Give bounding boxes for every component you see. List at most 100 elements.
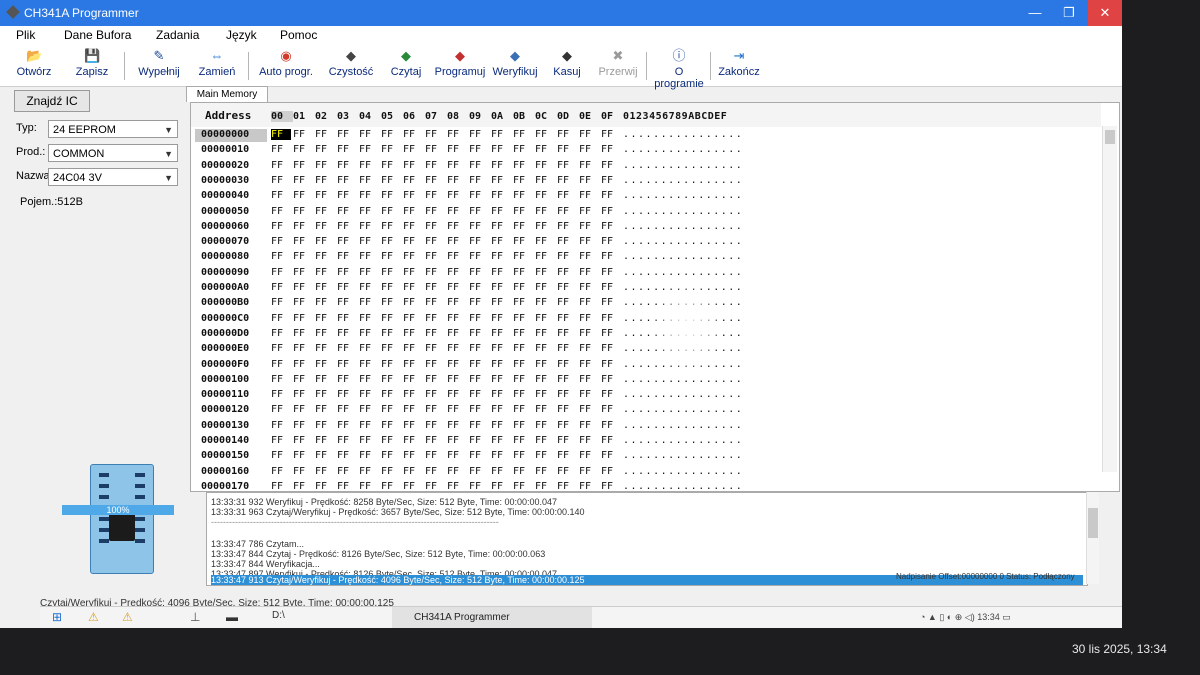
hex-byte[interactable]: FF	[513, 359, 533, 370]
hex-byte[interactable]: FF	[491, 297, 511, 308]
taskbar-app-button[interactable]: CH341A Programmer	[392, 607, 592, 628]
hex-byte[interactable]: FF	[469, 221, 489, 232]
hex-byte[interactable]: FF	[535, 175, 555, 186]
hex-byte[interactable]: FF	[271, 175, 291, 186]
drive-label[interactable]: D:\	[272, 610, 285, 621]
hex-byte[interactable]: FF	[271, 481, 291, 491]
hex-row[interactable]: 000000F0 FF FF FF FF FF FF FF FF FF FF FF FF FF FF FF FF…	[191, 359, 1101, 374]
hex-byte[interactable]: FF	[381, 236, 401, 247]
hex-editor[interactable]: Address 00 01 02 03 04 05 06 07 08 09 0A…	[190, 102, 1120, 492]
hex-byte[interactable]: FF	[425, 251, 445, 262]
network-icon[interactable]: ⊥	[190, 610, 200, 624]
hex-byte[interactable]: FF	[557, 435, 577, 446]
hex-byte[interactable]: FF	[403, 481, 423, 491]
hex-byte[interactable]: FF	[557, 420, 577, 431]
auto-program-button[interactable]: ◉ Auto progr.	[254, 48, 318, 84]
hex-byte[interactable]: FF	[469, 481, 489, 491]
hex-byte[interactable]: FF	[425, 144, 445, 155]
hex-byte[interactable]: FF	[381, 175, 401, 186]
hex-byte[interactable]: FF	[403, 404, 423, 415]
hex-byte[interactable]: FF	[425, 374, 445, 385]
windows-start-icon[interactable]: ⊞	[52, 610, 62, 624]
hex-byte[interactable]: FF	[315, 359, 335, 370]
hex-byte[interactable]: FF	[535, 282, 555, 293]
hex-byte[interactable]: FF	[425, 404, 445, 415]
ascii-text[interactable]: ................	[623, 221, 743, 232]
hex-byte[interactable]: FF	[491, 404, 511, 415]
hex-byte[interactable]: FF	[381, 160, 401, 171]
hex-byte[interactable]: FF	[425, 466, 445, 477]
hex-byte[interactable]: FF	[513, 267, 533, 278]
hex-byte[interactable]: FF	[293, 313, 313, 324]
hex-byte[interactable]: FF	[403, 343, 423, 354]
hex-byte[interactable]: FF	[425, 160, 445, 171]
hex-byte[interactable]: FF	[359, 144, 379, 155]
hex-byte[interactable]: FF	[491, 328, 511, 339]
hex-byte[interactable]: FF	[337, 313, 357, 324]
tab-main-memory[interactable]: Main Memory	[186, 86, 268, 102]
hex-byte[interactable]: FF	[271, 313, 291, 324]
hex-byte[interactable]: FF	[425, 359, 445, 370]
hex-byte[interactable]: FF	[337, 481, 357, 491]
hex-byte[interactable]: FF	[315, 221, 335, 232]
hex-row[interactable]: 00000070 FF FF FF FF FF FF FF FF FF FF FF FF FF FF FF FF…	[191, 236, 1101, 251]
hex-byte[interactable]: FF	[447, 175, 467, 186]
ascii-text[interactable]: ................	[623, 481, 743, 491]
hex-byte[interactable]: FF	[337, 236, 357, 247]
hex-byte[interactable]: FF	[513, 374, 533, 385]
hex-byte[interactable]: FF	[579, 343, 599, 354]
hex-byte[interactable]: FF	[403, 129, 423, 140]
open-button[interactable]: 📂 Otwórz	[12, 48, 56, 84]
hex-byte[interactable]: FF	[337, 175, 357, 186]
hex-byte[interactable]: FF	[447, 389, 467, 400]
hex-byte[interactable]: FF	[513, 404, 533, 415]
hex-byte[interactable]: FF	[425, 221, 445, 232]
hex-byte[interactable]: FF	[579, 282, 599, 293]
monitor-icon[interactable]: ▬	[226, 610, 238, 624]
hex-byte[interactable]: FF	[359, 313, 379, 324]
hex-byte[interactable]: FF	[535, 328, 555, 339]
ascii-text[interactable]: ................	[623, 404, 743, 415]
hex-byte[interactable]: FF	[513, 343, 533, 354]
hex-row[interactable]: 00000140 FF FF FF FF FF FF FF FF FF FF FF FF FF FF FF FF…	[191, 435, 1101, 450]
hex-byte[interactable]: FF	[535, 313, 555, 324]
hex-byte[interactable]: FF	[293, 435, 313, 446]
hex-byte[interactable]: FF	[403, 190, 423, 201]
hex-byte[interactable]: FF	[381, 374, 401, 385]
hex-byte[interactable]: FF	[271, 297, 291, 308]
hex-byte[interactable]: FF	[425, 236, 445, 247]
ascii-text[interactable]: ................	[623, 435, 743, 446]
hex-byte[interactable]: FF	[271, 420, 291, 431]
ascii-text[interactable]: ................	[623, 466, 743, 477]
hex-byte[interactable]: FF	[359, 328, 379, 339]
hex-byte[interactable]: FF	[315, 404, 335, 415]
clock[interactable]: 13:34	[977, 612, 1000, 622]
hex-byte[interactable]: FF	[469, 251, 489, 262]
hex-byte[interactable]: FF	[491, 389, 511, 400]
hex-byte[interactable]: FF	[601, 420, 621, 431]
hex-byte[interactable]: FF	[381, 389, 401, 400]
hex-byte[interactable]: FF	[271, 236, 291, 247]
hex-byte[interactable]: FF	[469, 206, 489, 217]
hex-byte[interactable]: FF	[491, 160, 511, 171]
hex-row[interactable]: 00000060 FF FF FF FF FF FF FF FF FF FF FF FF FF FF FF FF…	[191, 221, 1101, 236]
about-button[interactable]: ⓘ O programie	[652, 48, 706, 90]
hex-byte[interactable]: FF	[601, 389, 621, 400]
hex-byte[interactable]: FF	[601, 206, 621, 217]
hex-byte[interactable]: FF	[447, 236, 467, 247]
hex-byte[interactable]: FF	[469, 313, 489, 324]
ascii-text[interactable]: ................	[623, 251, 743, 262]
hex-byte[interactable]: FF	[491, 420, 511, 431]
hex-byte[interactable]: FF	[293, 206, 313, 217]
hex-byte[interactable]: FF	[557, 313, 577, 324]
hex-byte[interactable]: FF	[513, 206, 533, 217]
hex-byte[interactable]: FF	[425, 343, 445, 354]
hex-byte[interactable]: FF	[381, 297, 401, 308]
hex-byte[interactable]: FF	[535, 359, 555, 370]
hex-byte[interactable]: FF	[557, 404, 577, 415]
hex-byte[interactable]: FF	[381, 313, 401, 324]
hex-byte[interactable]: FF	[337, 267, 357, 278]
hex-byte[interactable]: FF	[535, 297, 555, 308]
hex-byte[interactable]: FF	[447, 160, 467, 171]
hex-byte[interactable]: FF	[469, 267, 489, 278]
